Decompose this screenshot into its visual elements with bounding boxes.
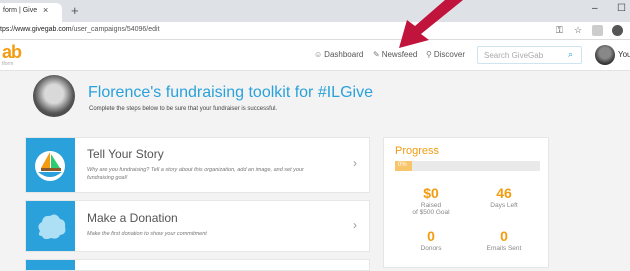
nav-discover[interactable]: ⚲ Discover: [426, 50, 465, 59]
raised-label: Raised: [420, 202, 442, 209]
browser-tab-bar: form | Give × + – ☐: [0, 0, 630, 22]
raised-goal-label: of $500 Goal: [412, 209, 450, 216]
cloud-icon: [38, 214, 66, 240]
url-text[interactable]: tps://www.givegab.com/user_campaigns/540…: [0, 26, 160, 33]
user-avatar[interactable]: [595, 45, 615, 65]
discover-icon: ⚲: [426, 50, 432, 59]
emails-sent-value: 0: [500, 228, 508, 244]
raised-value: $0: [423, 185, 439, 201]
step-title: Make a Donation: [87, 211, 178, 225]
search-placeholder: Search GiveGab: [484, 51, 544, 60]
boat-icon: [35, 151, 65, 181]
tab-title: form | Give: [3, 7, 38, 14]
key-icon[interactable]: ⚿: [556, 25, 563, 36]
search-icon[interactable]: ⌕: [568, 49, 573, 60]
step-icon-box: [26, 138, 75, 192]
nav-discover-label: Discover: [433, 50, 465, 59]
dashboard-icon: ☺: [314, 50, 323, 59]
browser-tab[interactable]: form | Give ×: [0, 3, 62, 22]
step-description: Why are you fundraising? Tell a story ab…: [87, 167, 304, 181]
page-title: Florence's fundraising toolkit for #ILGi…: [88, 84, 373, 101]
step-card-make-a-donation[interactable]: Make a Donation Make the first donation …: [25, 200, 370, 252]
maximize-button[interactable]: ☐: [617, 3, 626, 14]
step-title: Tell Your Story: [87, 147, 164, 161]
chevron-right-icon[interactable]: ›: [353, 218, 357, 232]
days-left-value: 46: [496, 185, 512, 201]
step-card-tell-your-story[interactable]: Tell Your Story Why are you fundraising?…: [25, 137, 370, 193]
search-input[interactable]: Search GiveGab ⌕: [477, 46, 582, 64]
profile-photo: [33, 75, 75, 117]
new-tab-button[interactable]: +: [71, 3, 79, 18]
address-bar[interactable]: tps://www.givegab.com/user_campaigns/540…: [0, 22, 630, 40]
donors-value: 0: [427, 228, 435, 244]
minimize-button[interactable]: –: [592, 3, 598, 14]
nav-dashboard-label: Dashboard: [324, 50, 364, 59]
progress-panel: Progress 0% $0 Raised of $500 Goal 46 Da…: [383, 137, 549, 268]
progress-bar: 0%: [395, 161, 540, 171]
nav-newsfeed-label: Newsfeed: [381, 50, 418, 59]
logo-tagline: tform: [2, 61, 14, 67]
newsfeed-icon: ✎: [373, 50, 380, 59]
annotation-arrow: [399, 0, 463, 48]
star-icon[interactable]: ☆: [574, 25, 582, 36]
days-left-label: Days Left: [490, 202, 518, 209]
step-description: Make the first donation to show your com…: [87, 231, 207, 237]
step-icon-box: [26, 201, 75, 251]
givegab-logo[interactable]: ab: [2, 42, 22, 63]
nav-dashboard[interactable]: ☺ Dashboard: [314, 50, 363, 59]
progress-title: Progress: [395, 145, 440, 157]
chevron-right-icon[interactable]: ›: [353, 156, 357, 170]
page-subtitle: Complete the steps below to be sure that…: [89, 106, 278, 112]
close-icon[interactable]: ×: [43, 5, 48, 15]
progress-percent: 0%: [398, 162, 407, 168]
extension-icon[interactable]: [592, 25, 603, 36]
user-menu-label[interactable]: You: [618, 50, 630, 59]
profile-icon[interactable]: [612, 25, 623, 36]
url-host: tps://www.givegab.com: [0, 26, 72, 33]
site-header: ab tform ☺ Dashboard ✎ Newsfeed ⚲ Discover …: [0, 40, 630, 71]
step-icon-box: [26, 260, 75, 270]
url-path: /user_campaigns/54096/edit: [71, 26, 160, 33]
emails-sent-label: Emails Sent: [486, 245, 522, 252]
donors-label: Donors: [420, 245, 442, 252]
step-card-next[interactable]: [25, 259, 370, 271]
nav-newsfeed[interactable]: ✎ Newsfeed: [373, 50, 417, 59]
